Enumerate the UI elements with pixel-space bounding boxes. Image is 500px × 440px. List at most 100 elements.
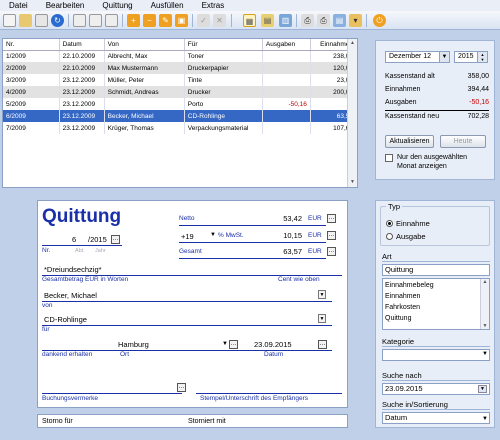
new-document-icon[interactable] [3,14,16,27]
date-value[interactable]: 23.09.2015 [254,340,292,349]
table-row[interactable]: 2/2009 22.10.2009 Max Mustermann Drucker… [3,62,358,74]
scroll-up-icon[interactable]: ▲ [349,40,356,47]
amount-in-words[interactable]: *Dreiundsechzig* [44,265,102,274]
scroll-up-icon[interactable]: ▲ [481,279,489,285]
copy-icon[interactable] [35,14,48,27]
netto-calc-button[interactable]: … [327,214,336,223]
calendar-icon[interactable]: ▼ [478,385,487,393]
report-icon[interactable]: ▤ [261,14,274,27]
balance-new-row: Kassenstand neu 702,28 [385,112,489,122]
year-spinner[interactable]: 2015 ▲ ▼ [454,51,488,63]
cell-ausgaben [262,62,311,74]
mwst-dropdown-icon[interactable]: ▼ [210,232,216,238]
add-record-icon[interactable]: + [127,14,140,27]
jahr-label: Jahr [95,248,106,254]
refresh-button[interactable]: Aktualisieren [385,135,434,148]
menu-quittung[interactable]: Quittung [93,0,141,11]
edit-record-icon[interactable]: ✎ [159,14,172,27]
sort-select[interactable]: Datum ▼ [382,412,490,424]
mwst-calc-button[interactable]: … [327,231,336,240]
receipt-number[interactable]: 6 [72,235,76,244]
col-header-datum[interactable]: Datum [59,39,105,51]
print-preview-icon[interactable]: ⎙ [317,14,330,27]
table-row[interactable]: 5/2009 23.12.2009 Porto -50,16 [3,98,358,110]
table-row[interactable]: 7/2009 23.12.2009 Krüger, Thomas Verpack… [3,122,358,134]
place-value[interactable]: Hamburg [118,340,149,349]
date-picker-button[interactable]: … [318,340,327,349]
scroll-down-icon[interactable]: ▼ [349,179,356,186]
expense-radio[interactable] [386,233,393,240]
mwst-rate[interactable]: +19 [181,232,194,241]
col-header-fuer[interactable]: Für [184,39,263,51]
rule [196,393,342,394]
month-filter-checkbox[interactable] [385,154,393,162]
chevron-down-icon[interactable]: ▼ [482,414,488,424]
search-date-input[interactable]: 23.09.2015 ▼ [382,383,490,395]
cancel-icon[interactable]: ✕ [213,14,226,27]
table-scrollbar[interactable]: ▲ ▼ [347,39,357,187]
list-item[interactable]: Fahrkosten [385,302,434,313]
income-radio[interactable] [386,220,393,227]
from-value[interactable]: Becker, Michael [44,291,97,300]
list-item[interactable]: Quittung [385,313,434,324]
chevron-down-icon[interactable]: ▼ [482,351,488,357]
document-list-icon[interactable] [105,14,118,27]
list-item[interactable]: Einnahmebeleg [385,280,434,291]
mwst-currency: EUR [308,232,322,239]
document-edit-icon[interactable] [89,14,102,27]
table-row[interactable]: 4/2009 23.12.2009 Schmidt, Andreas Druck… [3,86,358,98]
refresh-icon[interactable]: ↻ [51,14,64,27]
table-row[interactable]: 1/2009 22.10.2009 Albrecht, Max Toner 23… [3,50,358,62]
expense-row: Ausgaben -50,16 [385,98,489,108]
remove-record-icon[interactable]: − [143,14,156,27]
gesamt-currency: EUR [308,248,322,255]
for-dropdown-icon[interactable]: ▼ [318,314,326,323]
thanks-label: dankend erhalten [42,351,93,358]
booking-notes-button[interactable]: … [177,383,186,392]
exit-icon[interactable]: ⏻ [373,14,386,27]
booking-label: Buchungsvermerke [42,395,98,402]
save-record-icon[interactable]: ▣ [175,14,188,27]
col-header-von[interactable]: Von [104,39,185,51]
month-select[interactable]: Dezember 12 ▼ [385,51,450,63]
table-view-icon[interactable]: ▦ [243,14,256,27]
col-header-ausgaben[interactable]: Ausgaben [262,39,311,51]
col-header-nr[interactable]: Nr. [3,39,60,51]
netto-value[interactable]: 53,42 [278,214,302,223]
for-label: für [42,326,50,333]
list-item[interactable]: Einnahmen [385,291,434,302]
print-icon[interactable]: ⎙ [301,14,314,27]
from-dropdown-icon[interactable]: ▼ [318,290,326,299]
document-icon[interactable] [73,14,86,27]
menu-ausfuellen[interactable]: Ausfüllen [142,0,193,11]
confirm-icon[interactable]: ✓ [197,14,210,27]
cell-fuer: Porto [184,98,263,110]
art-list[interactable]: Einnahmebeleg Einnahmen Fahrkosten Quitt… [382,278,490,330]
menu-extras[interactable]: Extras [193,0,234,11]
spinner-arrows-icon[interactable]: ▲ ▼ [477,52,487,62]
cell-nr: 5/2009 [3,98,60,110]
art-list-items: Einnahmebeleg Einnahmen Fahrkosten Quitt… [385,280,434,324]
gesamt-calc-button[interactable]: … [327,247,336,256]
art-list-scrollbar[interactable]: ▲ ▼ [480,279,489,329]
number-picker-button[interactable]: … [111,235,120,244]
art-input[interactable]: Quittung [382,264,490,276]
open-folder-icon[interactable] [19,14,32,27]
category-select[interactable]: ▼ [382,349,490,361]
for-value[interactable]: CD-Rohlinge [44,315,87,324]
chart-icon[interactable]: ▥ [279,14,292,27]
settings-dropdown-icon[interactable]: ▾ [349,14,362,27]
gesamt-value[interactable]: 63,57 [278,247,302,256]
menu-bearbeiten[interactable]: Bearbeiten [37,0,94,11]
place-picker-button[interactable]: … [229,340,238,349]
table-row-selected[interactable]: 6/2009 23.12.2009 Becker, Michael CD-Roh… [3,110,358,122]
table-row[interactable]: 3/2009 23.12.2009 Müller, Peter Tinte 23… [3,74,358,86]
export-icon[interactable]: ▤ [333,14,346,27]
receipt-year[interactable]: /2015 [88,235,107,244]
today-button[interactable]: Heute [440,135,486,148]
chevron-down-icon[interactable]: ▼ [439,52,449,62]
place-dropdown-icon[interactable]: ▼ [222,341,228,347]
menu-datei[interactable]: Datei [0,0,37,11]
category-label: Kategorie [382,337,415,346]
scroll-down-icon[interactable]: ▼ [481,323,489,329]
